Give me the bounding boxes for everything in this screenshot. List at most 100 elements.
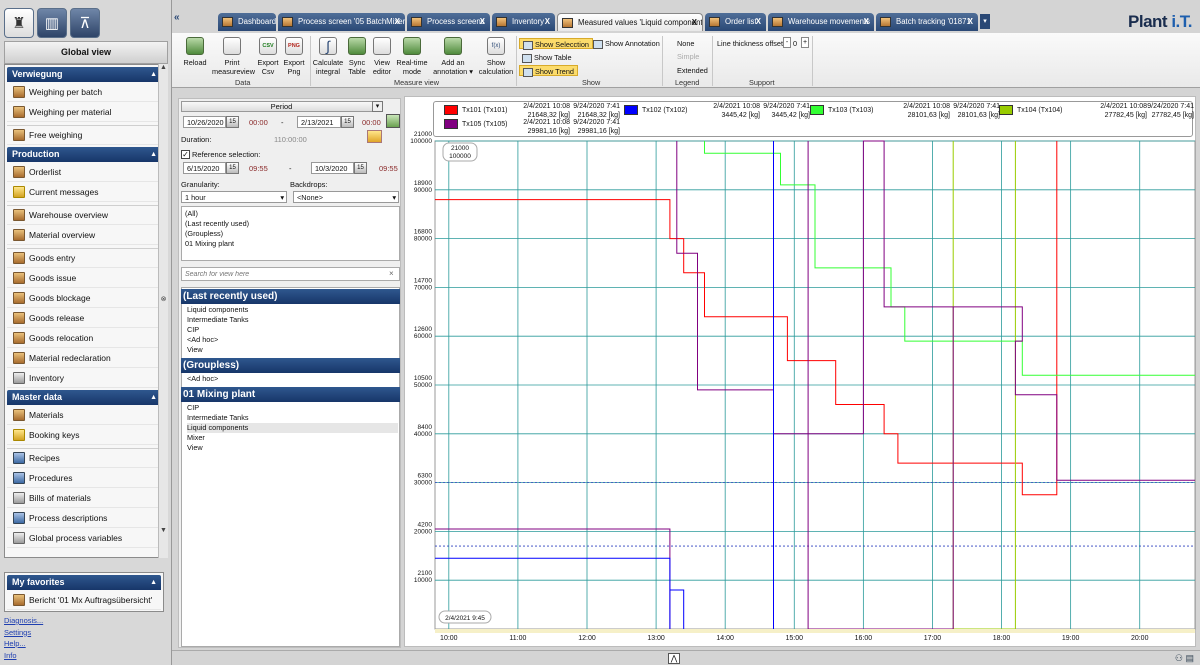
- show-annotation-toggle[interactable]: Show Annotation: [590, 38, 663, 49]
- close-icon[interactable]: X: [692, 14, 697, 31]
- group-list-item[interactable]: (Last recently used): [185, 219, 249, 229]
- diagnosis-link[interactable]: Diagnosis...: [4, 615, 43, 627]
- favorite-item[interactable]: Bericht '01 Mx Auftragsübersicht': [7, 590, 161, 610]
- legend-extended-option[interactable]: Extended: [677, 66, 708, 75]
- nav-item[interactable]: Bills of materials: [7, 488, 161, 508]
- expand-up-icon[interactable]: ⋀: [668, 653, 680, 664]
- group-header-groupless[interactable]: (Groupless): [181, 358, 400, 373]
- view-item[interactable]: <Ad hoc>: [187, 335, 218, 345]
- view-search-input[interactable]: [181, 267, 400, 281]
- export-png-button[interactable]: PNG Export Png: [282, 37, 306, 76]
- nav-item[interactable]: Material redeclaration: [7, 348, 161, 368]
- show-trend-toggle[interactable]: Show Trend: [519, 65, 578, 77]
- print-measureview-button[interactable]: Print measureview: [212, 37, 255, 76]
- close-icon[interactable]: X: [968, 13, 973, 31]
- view-editor-button[interactable]: View editor: [370, 37, 394, 76]
- ref-to-time[interactable]: 09:55: [379, 164, 398, 173]
- group-list-item[interactable]: (All): [185, 209, 198, 219]
- tab-order-list[interactable]: Order list X: [705, 13, 766, 31]
- nav-item[interactable]: Goods release: [7, 308, 161, 328]
- nav-section-header[interactable]: Verwiegung ▲: [7, 67, 161, 82]
- tab-batch-tracking[interactable]: Batch tracking '01871' X: [876, 13, 978, 31]
- settings-link[interactable]: Settings: [4, 627, 43, 639]
- reload-button[interactable]: Reload: [180, 37, 210, 67]
- collapse-sidebar-icon[interactable]: «: [174, 12, 180, 23]
- group-header-last-recently-used[interactable]: (Last recently used): [181, 289, 400, 304]
- group-header-mixing-plant[interactable]: 01 Mixing plant: [181, 387, 400, 402]
- group-list-item[interactable]: 01 Mixing plant: [185, 239, 234, 249]
- duration-action-icon[interactable]: [367, 130, 382, 143]
- calendar-icon[interactable]: 15: [226, 116, 239, 128]
- nav-item[interactable]: Current messages: [7, 182, 161, 202]
- nav-item[interactable]: Goods blockage: [7, 288, 161, 308]
- nav-item[interactable]: Booking keys: [7, 425, 161, 445]
- nav-item[interactable]: Warehouse overview: [7, 205, 161, 225]
- from-date-field[interactable]: 10/26/2020: [183, 116, 226, 128]
- nav-item[interactable]: Materials: [7, 405, 161, 425]
- nav-item[interactable]: Process descriptions: [7, 508, 161, 528]
- nav-item[interactable]: Material overview: [7, 225, 161, 245]
- to-date-field[interactable]: 2/13/2021: [297, 116, 341, 128]
- view-item[interactable]: CIP: [187, 325, 199, 335]
- show-calculation-button[interactable]: f(x) Show calculation: [478, 37, 514, 76]
- tab-dashboard[interactable]: Dashboard: [218, 13, 276, 31]
- trend-plot[interactable]: 10:00 11:00 12:00 13:00 14:00 15:00 16:00 17:00…: [405, 97, 1197, 648]
- measurement-chart[interactable]: 10:00 11:00 12:00 13:00 14:00 15:00 16:00 17:00…: [404, 96, 1196, 647]
- nav-item[interactable]: Inventory: [7, 368, 161, 388]
- add-annotation-button[interactable]: Add an annotation ▾: [432, 37, 474, 76]
- legend-simple-option[interactable]: Simple: [677, 52, 699, 61]
- group-list-item[interactable]: (Groupless): [185, 229, 223, 239]
- view-item[interactable]: Liquid components: [187, 305, 248, 315]
- production-icon[interactable]: ▥: [37, 8, 67, 38]
- weighing-icon[interactable]: ⊼: [70, 8, 100, 38]
- nav-item[interactable]: Goods issue: [7, 268, 161, 288]
- nav-item[interactable]: Weighing per material: [7, 102, 161, 122]
- info-link[interactable]: Info: [4, 650, 43, 662]
- sync-table-button[interactable]: Sync Table: [346, 37, 368, 76]
- close-icon[interactable]: X: [395, 13, 400, 31]
- tab-process-screens[interactable]: Process screens X: [407, 13, 490, 31]
- backdrops-select[interactable]: <None> ▾: [293, 191, 399, 203]
- nav-item[interactable]: Recipes: [7, 448, 161, 468]
- view-item[interactable]: CIP: [187, 403, 199, 413]
- calendar-icon[interactable]: 15: [226, 162, 239, 174]
- ref-from-date-field[interactable]: 6/15/2020: [183, 162, 226, 174]
- tab-process-screen-batchmixer[interactable]: Process screen '05 BatchMixer' X: [278, 13, 405, 31]
- period-dropdown-icon[interactable]: ▾: [372, 101, 383, 112]
- nav-item[interactable]: Free weighing: [7, 125, 161, 145]
- nav-item[interactable]: Goods entry: [7, 248, 161, 268]
- nav-item[interactable]: Weighing per batch: [7, 82, 161, 102]
- thickness-minus-button[interactable]: -: [783, 37, 791, 48]
- nav-section-header[interactable]: Production ▲: [7, 147, 161, 162]
- calculate-integral-button[interactable]: ∫ Calculate integral: [312, 37, 344, 76]
- granularity-select[interactable]: 1 hour ▾: [181, 191, 287, 203]
- ref-to-date-field[interactable]: 10/3/2020: [311, 162, 354, 174]
- ref-from-time[interactable]: 09:55: [249, 164, 268, 173]
- from-time[interactable]: 00:00: [249, 118, 268, 127]
- view-item[interactable]: View: [187, 443, 203, 453]
- tab-measured-values[interactable]: Measured values 'Liquid components' X: [557, 13, 703, 31]
- real-time-mode-button[interactable]: Real-time mode: [396, 37, 428, 76]
- view-item[interactable]: Intermediate Tanks: [187, 315, 249, 325]
- global-view-icon[interactable]: ♜: [4, 8, 34, 38]
- close-icon[interactable]: X: [756, 13, 761, 31]
- close-icon[interactable]: X: [864, 13, 869, 31]
- show-table-toggle[interactable]: Show Table: [519, 52, 575, 63]
- apply-period-icon[interactable]: [386, 114, 400, 128]
- close-icon[interactable]: X: [480, 13, 485, 31]
- close-icon[interactable]: X: [545, 13, 550, 31]
- nav-item[interactable]: Goods relocation: [7, 328, 161, 348]
- calendar-icon[interactable]: 15: [341, 116, 354, 128]
- help-link[interactable]: Help...: [4, 638, 43, 650]
- calendar-icon[interactable]: 15: [354, 162, 367, 174]
- nav-item[interactable]: Orderlist: [7, 162, 161, 182]
- nav-section-header[interactable]: Master data ▲: [7, 390, 161, 405]
- clear-search-icon[interactable]: ×: [389, 269, 394, 278]
- legend-none-option[interactable]: None: [677, 39, 694, 48]
- favorites-header[interactable]: My favorites ▲: [7, 575, 161, 590]
- reference-checkbox[interactable]: ✓: [181, 150, 190, 159]
- tab-inventory[interactable]: Inventory X: [492, 13, 555, 31]
- view-item[interactable]: <Ad hoc>: [187, 374, 218, 384]
- nav-scrollbar[interactable]: ▲ ⊗ ▼: [158, 64, 168, 558]
- nav-item[interactable]: Global process variables: [7, 528, 161, 548]
